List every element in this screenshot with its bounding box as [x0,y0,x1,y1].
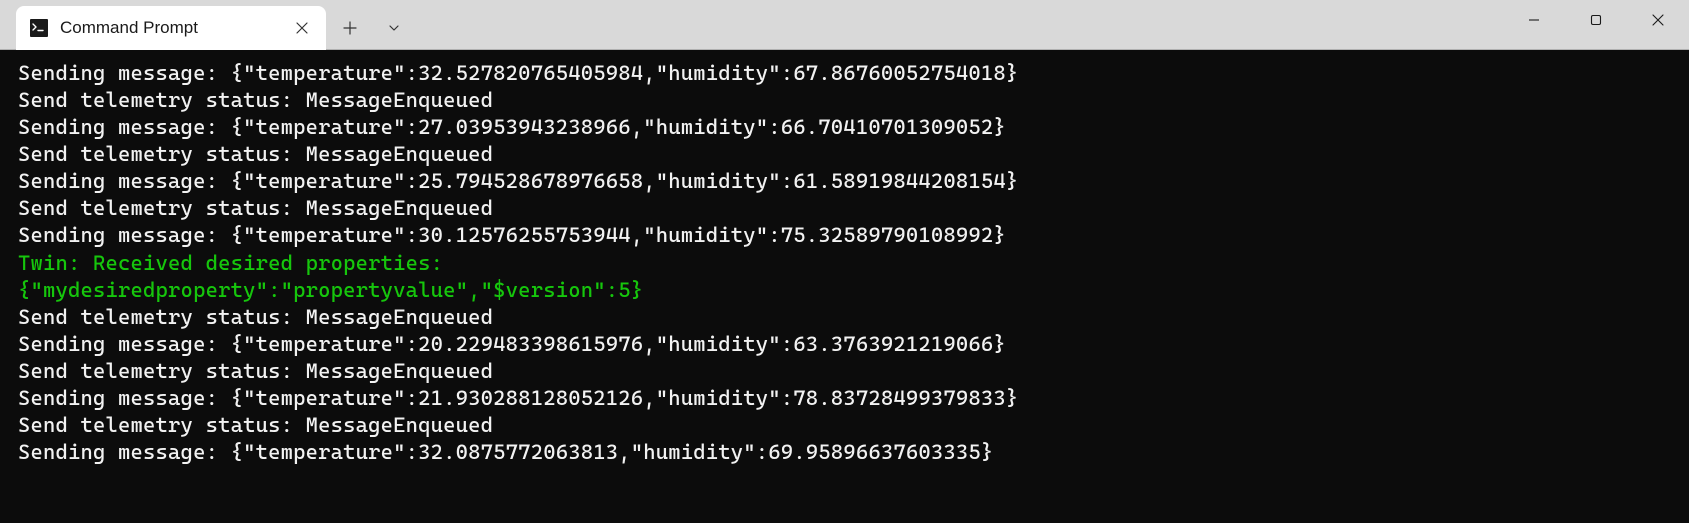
terminal-line: Sending message: {"temperature":32.08757… [18,439,1671,466]
terminal-line: Send telemetry status: MessageEnqueued [18,412,1671,439]
minimize-button[interactable] [1503,0,1565,40]
maximize-button[interactable] [1565,0,1627,40]
terminal-line: Sending message: {"temperature":20.22948… [18,331,1671,358]
tab-dropdown-button[interactable] [374,6,414,50]
window-controls [1503,0,1689,40]
terminal-icon [30,19,48,37]
terminal-line: Twin: Received desired properties: [18,250,1671,277]
terminal-output[interactable]: Sending message: {"temperature":32.52782… [0,50,1689,476]
terminal-line: Send telemetry status: MessageEnqueued [18,141,1671,168]
titlebar: Command Prompt [0,0,1689,50]
new-tab-button[interactable] [326,6,374,50]
terminal-line: Send telemetry status: MessageEnqueued [18,304,1671,331]
terminal-line: Sending message: {"temperature":32.52782… [18,60,1671,87]
tab-close-button[interactable] [290,16,314,40]
terminal-line: Sending message: {"temperature":30.12576… [18,222,1671,249]
terminal-line: Sending message: {"temperature":25.79452… [18,168,1671,195]
terminal-line: Send telemetry status: MessageEnqueued [18,358,1671,385]
terminal-line: Send telemetry status: MessageEnqueued [18,195,1671,222]
terminal-line: {"mydesiredproperty":"propertyvalue","$v… [18,277,1671,304]
close-button[interactable] [1627,0,1689,40]
tab-command-prompt[interactable]: Command Prompt [16,6,326,50]
tab-title: Command Prompt [60,18,278,38]
terminal-line: Sending message: {"temperature":21.93028… [18,385,1671,412]
terminal-line: Sending message: {"temperature":27.03953… [18,114,1671,141]
terminal-line: Send telemetry status: MessageEnqueued [18,87,1671,114]
